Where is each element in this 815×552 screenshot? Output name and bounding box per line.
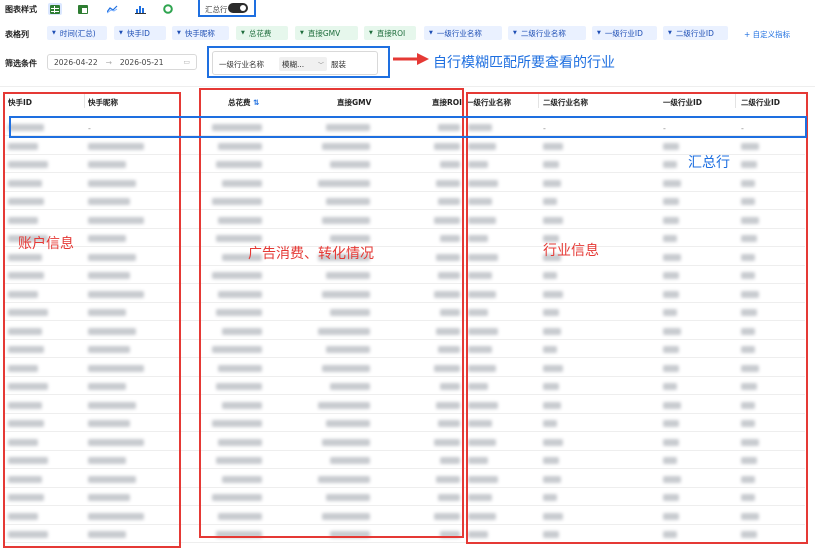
- account-info-box: [3, 92, 181, 548]
- pivot-style-icon[interactable]: [76, 3, 90, 15]
- chart-style-label: 图表样式: [5, 5, 37, 14]
- account-info-annotation: 账户信息: [18, 236, 74, 252]
- bar-chart-icon[interactable]: [133, 3, 147, 15]
- column-chip-direct-gmv[interactable]: ▼ 直接GMV: [295, 26, 358, 40]
- line-chart-icon[interactable]: [105, 3, 119, 15]
- column-chip-industry-l2-name[interactable]: ▼ 二级行业名称: [508, 26, 586, 40]
- column-chip-total-spend[interactable]: ▼ 总花费: [236, 26, 288, 40]
- summary-row-highlight-box: [9, 116, 807, 138]
- ad-spend-annotation: 广告消费、转化情况: [248, 246, 374, 262]
- summary-toggle-highlight-box: [198, 0, 256, 17]
- industry-info-box: [466, 92, 808, 544]
- column-chip-kuaishou-id[interactable]: ▼ 快手ID: [114, 26, 166, 40]
- column-chip-industry-l1-id[interactable]: ▼ 一级行业ID: [592, 26, 657, 40]
- date-range-picker[interactable]: 2026-04-22 → 2026-05-21 ▭: [47, 54, 197, 70]
- date-range-arrow-icon: →: [105, 57, 112, 67]
- table-columns-label: 表格列: [5, 30, 29, 39]
- table-divider: [0, 86, 815, 87]
- date-end: 2026-05-21: [119, 57, 164, 67]
- summary-row-annotation: 汇总行: [688, 155, 730, 171]
- column-chip-time[interactable]: ▼ 时间(汇总): [47, 26, 107, 40]
- column-chip-direct-roi[interactable]: ▼ 直接ROI: [364, 26, 416, 40]
- industry-info-annotation: 行业信息: [543, 243, 599, 259]
- column-chip-industry-l2-id[interactable]: ▼ 二级行业ID: [663, 26, 728, 40]
- fuzzy-match-annotation: 自行模糊匹配所要查看的行业: [433, 55, 615, 71]
- date-start: 2026-04-22: [54, 57, 98, 67]
- filter-highlight-box: [207, 46, 390, 78]
- table-style-icon[interactable]: [48, 3, 62, 15]
- add-custom-metric-button[interactable]: + 自定义指标: [744, 29, 790, 40]
- ad-spend-box: [199, 88, 464, 538]
- column-chip-industry-l1-name[interactable]: ▼ 一级行业名称: [424, 26, 502, 40]
- column-chip-kuaishou-nickname[interactable]: ▼ 快手昵称: [172, 26, 229, 40]
- red-arrow-icon: [393, 53, 429, 65]
- pie-chart-icon[interactable]: [161, 3, 175, 15]
- calendar-icon: ▭: [183, 58, 190, 66]
- filter-conditions-label: 筛选条件: [5, 59, 37, 68]
